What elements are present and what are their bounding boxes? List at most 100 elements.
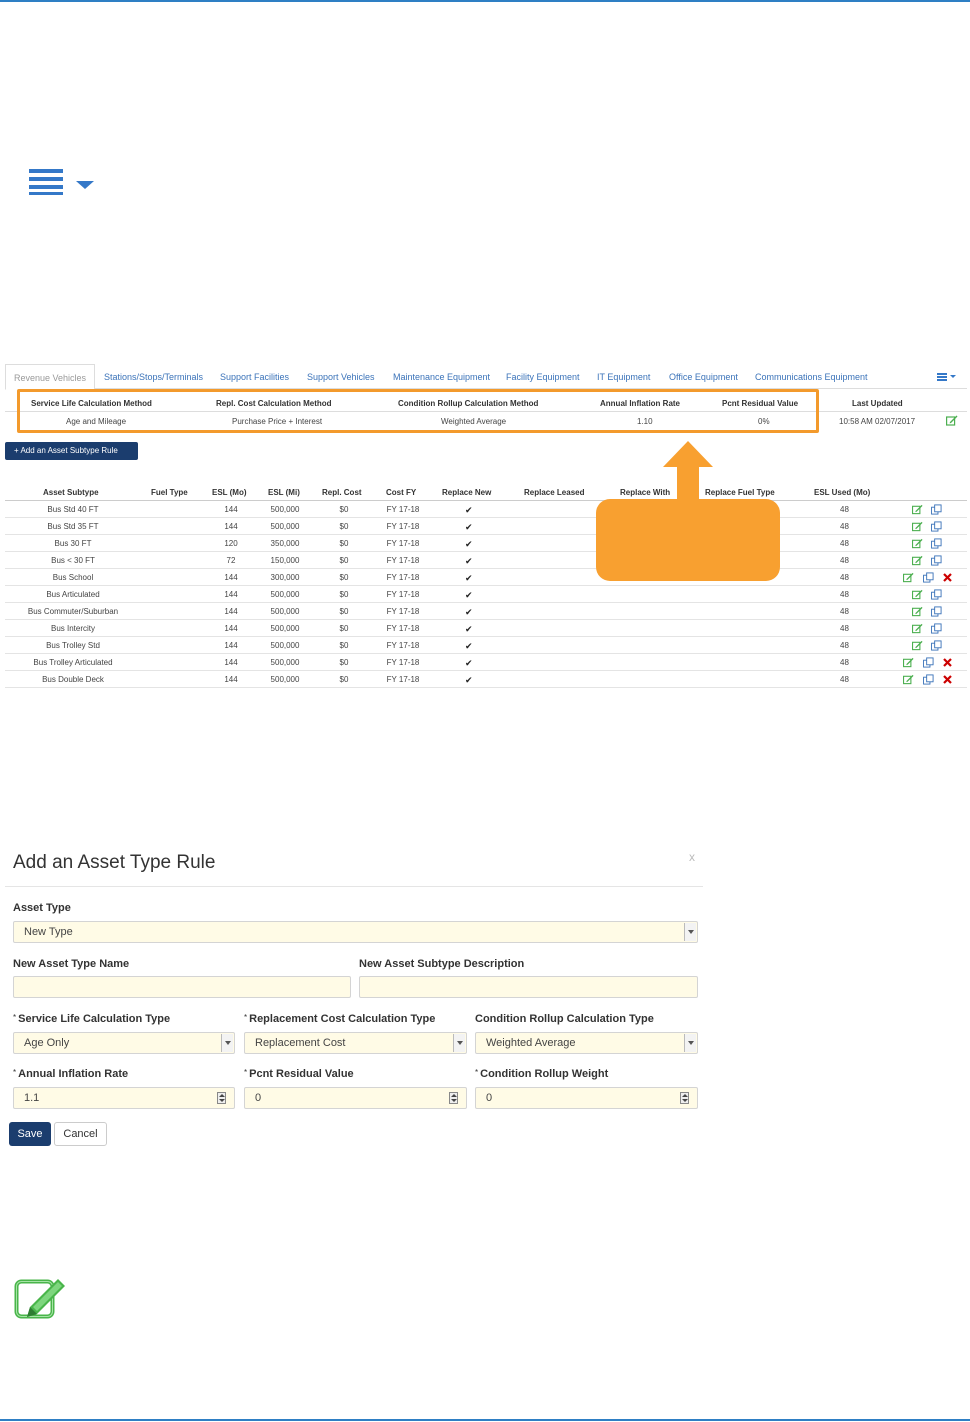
edit-icon[interactable] bbox=[912, 504, 923, 515]
spinner-icon[interactable] bbox=[449, 1092, 458, 1104]
col-esl-mo[interactable]: ESL (Mo) bbox=[212, 488, 247, 497]
cell-subtype: Bus School bbox=[52, 573, 94, 582]
add-asset-subtype-rule-button[interactable]: + Add an Asset Subtype Rule bbox=[5, 442, 138, 460]
rollup-weight-label: * Condition Rollup Weight bbox=[475, 1068, 609, 1080]
tab-facility-equipment[interactable]: Facility Equipment bbox=[506, 364, 580, 389]
spinner-icon[interactable] bbox=[217, 1092, 226, 1104]
save-button[interactable]: Save bbox=[9, 1122, 51, 1146]
col-repl-cost[interactable]: Repl. Cost bbox=[322, 488, 362, 497]
edit-icon[interactable] bbox=[912, 521, 923, 532]
chevron-down-icon bbox=[453, 1034, 465, 1052]
cell-fy: FY 17-18 bbox=[386, 590, 420, 599]
col-esl-used[interactable]: ESL Used (Mo) bbox=[814, 488, 870, 497]
replace-new-check-icon: ✔ bbox=[465, 607, 473, 617]
copy-icon[interactable] bbox=[931, 538, 942, 549]
col-fuel-type[interactable]: Fuel Type bbox=[151, 488, 188, 497]
menu-dropdown-icon[interactable] bbox=[29, 169, 99, 199]
tab-stations-stops-terminals[interactable]: Stations/Stops/Terminals bbox=[104, 364, 203, 389]
cell-esl-mi: 350,000 bbox=[270, 539, 300, 548]
col-replace-leased[interactable]: Replace Leased bbox=[524, 488, 584, 497]
replace-new-check-icon: ✔ bbox=[465, 573, 473, 583]
edit-icon[interactable] bbox=[903, 674, 914, 685]
cell-esl-mi: 500,000 bbox=[270, 505, 300, 514]
cell-cost: $0 bbox=[339, 505, 349, 514]
tab-communications-equipment[interactable]: Communications Equipment bbox=[755, 364, 868, 389]
copy-icon[interactable] bbox=[931, 589, 942, 600]
cell-esl-mo: 72 bbox=[226, 556, 236, 565]
cell-fy: FY 17-18 bbox=[386, 624, 420, 633]
copy-icon[interactable] bbox=[923, 657, 934, 668]
cell-esl-mo: 144 bbox=[224, 607, 238, 616]
spinner-icon[interactable] bbox=[680, 1092, 689, 1104]
cell-subtype: Bus Articulated bbox=[46, 590, 100, 599]
caret-down-icon bbox=[76, 181, 94, 189]
asset-type-select[interactable]: New Type bbox=[13, 921, 698, 943]
replace-new-check-icon: ✔ bbox=[465, 658, 473, 668]
edit-icon[interactable] bbox=[912, 606, 923, 617]
cell-esl-used: 48 bbox=[840, 658, 849, 667]
cell-cost: $0 bbox=[339, 675, 349, 684]
inflation-rate-value: 1.1 bbox=[24, 1092, 40, 1104]
copy-icon[interactable] bbox=[931, 521, 942, 532]
tabs-menu-icon[interactable] bbox=[937, 371, 959, 383]
edit-icon[interactable] bbox=[912, 538, 923, 549]
copy-icon[interactable] bbox=[931, 555, 942, 566]
page-bottom-rule bbox=[0, 1419, 970, 1421]
repl-cost-type-select[interactable]: Replacement Cost bbox=[244, 1032, 467, 1054]
copy-icon[interactable] bbox=[931, 606, 942, 617]
copy-icon[interactable] bbox=[931, 504, 942, 515]
tab-support-vehicles[interactable]: Support Vehicles bbox=[307, 364, 375, 389]
edit-icon[interactable] bbox=[912, 623, 923, 634]
edit-icon[interactable] bbox=[912, 640, 923, 651]
condition-type-select[interactable]: Weighted Average bbox=[475, 1032, 698, 1054]
cell-esl-mi: 500,000 bbox=[270, 675, 300, 684]
cell-cost: $0 bbox=[339, 539, 349, 548]
copy-icon[interactable] bbox=[923, 572, 934, 583]
new-asset-type-name-input[interactable] bbox=[13, 976, 351, 998]
tab-maintenance-equipment[interactable]: Maintenance Equipment bbox=[393, 364, 490, 389]
dialog-close-button[interactable]: x bbox=[689, 850, 695, 864]
edit-icon[interactable] bbox=[903, 657, 914, 668]
delete-icon[interactable] bbox=[942, 674, 953, 685]
service-life-type-select[interactable]: Age Only bbox=[13, 1032, 235, 1054]
col-replace-new[interactable]: Replace New bbox=[442, 488, 491, 497]
asset-subtype-table: Asset Subtype Fuel Type ESL (Mo) ESL (Mi… bbox=[5, 486, 967, 688]
condition-type-label: Condition Rollup Calculation Type bbox=[475, 1013, 654, 1025]
cell-fy: FY 17-18 bbox=[386, 641, 420, 650]
inflation-rate-input[interactable]: 1.1 bbox=[13, 1087, 235, 1109]
cell-cost: $0 bbox=[339, 624, 349, 633]
tab-support-facilities[interactable]: Support Facilities bbox=[220, 364, 289, 389]
col-cost-fy[interactable]: Cost FY bbox=[386, 488, 416, 497]
cell-fy: FY 17-18 bbox=[386, 539, 420, 548]
rollup-weight-input[interactable]: 0 bbox=[475, 1087, 698, 1109]
edit-icon bbox=[14, 1279, 65, 1319]
asset-type-value: New Type bbox=[24, 926, 73, 938]
table-row: Bus School 144 300,000 $0 FY 17-18 ✔ 48 bbox=[5, 569, 967, 586]
cell-esl-mo: 144 bbox=[224, 624, 238, 633]
edit-icon[interactable] bbox=[912, 555, 923, 566]
edit-rule-icon[interactable] bbox=[946, 415, 958, 426]
copy-icon[interactable] bbox=[923, 674, 934, 685]
tab-it-equipment[interactable]: IT Equipment bbox=[597, 364, 650, 389]
col-asset-subtype[interactable]: Asset Subtype bbox=[43, 488, 99, 497]
tab-office-equipment[interactable]: Office Equipment bbox=[669, 364, 738, 389]
col-replace-fuel-type[interactable]: Replace Fuel Type bbox=[705, 488, 775, 497]
col-esl-mi[interactable]: ESL (Mi) bbox=[268, 488, 300, 497]
copy-icon[interactable] bbox=[931, 623, 942, 634]
table-row: Bus Intercity 144 500,000 $0 FY 17-18 ✔ 48 bbox=[5, 620, 967, 637]
table-row: Bus Trolley Articulated 144 500,000 $0 FY 17… bbox=[5, 654, 967, 671]
edit-icon[interactable] bbox=[912, 589, 923, 600]
tab-revenue-vehicles[interactable]: Revenue Vehicles bbox=[5, 364, 95, 390]
cell-cost: $0 bbox=[339, 522, 349, 531]
new-asset-subtype-description-input[interactable] bbox=[359, 976, 698, 998]
cell-esl-mi: 500,000 bbox=[270, 590, 300, 599]
value-last-updated: 10:58 AM 02/07/2017 bbox=[839, 417, 916, 426]
edit-icon[interactable] bbox=[903, 572, 914, 583]
residual-value-input[interactable]: 0 bbox=[244, 1087, 467, 1109]
cell-esl-used: 48 bbox=[840, 624, 849, 633]
delete-icon[interactable] bbox=[942, 657, 953, 668]
delete-icon[interactable] bbox=[942, 572, 953, 583]
page-top-rule bbox=[0, 0, 970, 2]
cancel-button[interactable]: Cancel bbox=[54, 1122, 107, 1146]
copy-icon[interactable] bbox=[931, 640, 942, 651]
